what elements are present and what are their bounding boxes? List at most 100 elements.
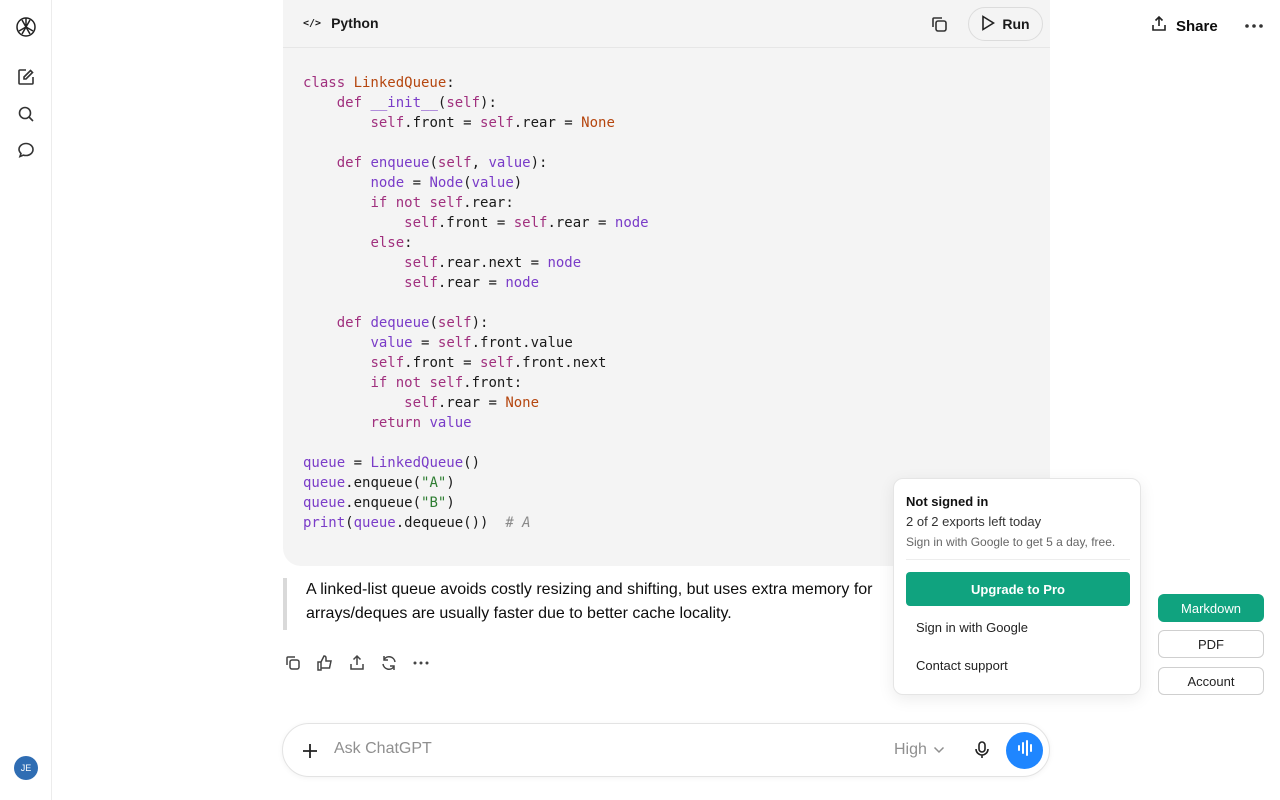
effort-select[interactable]: High (894, 741, 945, 759)
code-token: ( (345, 515, 354, 531)
thumbs-feedback-icon[interactable] (315, 653, 335, 673)
copy-code-icon[interactable] (929, 14, 949, 34)
regenerate-icon[interactable] (379, 653, 399, 673)
code-token: ): (480, 95, 497, 111)
contact-support-item[interactable]: Contact support (916, 658, 1008, 673)
voice-mode-button[interactable] (1006, 732, 1043, 769)
code-token: .rear = (437, 275, 506, 291)
code-token: def (336, 155, 371, 171)
language-label: Python (331, 15, 379, 31)
left-rail: JE (0, 0, 52, 800)
ask-input[interactable] (334, 740, 854, 758)
pdf-button[interactable]: PDF (1158, 630, 1264, 658)
code-token: .enqueue( (345, 495, 422, 511)
answer-line: A linked-list queue avoids costly resizi… (306, 581, 873, 598)
code-line: def enqueue(self, value): (303, 153, 649, 173)
code-token: .rear: (463, 195, 514, 211)
code-line: self.front = self.rear = node (303, 213, 648, 233)
account-button[interactable]: Account (1158, 667, 1264, 695)
code-token: .rear.next = (437, 255, 548, 271)
code-token: .rear = (513, 115, 582, 131)
code-token: .front = (404, 355, 481, 371)
openai-logo-icon[interactable] (14, 15, 38, 39)
play-icon (981, 14, 996, 34)
code-line: if not self.rear: (303, 193, 649, 213)
code-token: self (370, 115, 405, 131)
chevron-down-icon (933, 741, 945, 759)
code-line: queue.enqueue("B") (303, 493, 649, 513)
code-token: .enqueue( (345, 475, 422, 491)
share-icon[interactable] (347, 653, 367, 673)
code-line: self.front = self.front.next (303, 353, 649, 373)
code-line: value = self.front.value (303, 333, 649, 353)
code-token: value (429, 415, 472, 431)
run-label: Run (1002, 16, 1030, 32)
code-token: ): (471, 315, 489, 331)
code-token: def (336, 315, 371, 331)
code-token: node (370, 175, 405, 191)
markdown-button[interactable]: Markdown (1158, 594, 1264, 622)
avatar[interactable]: JE (14, 756, 38, 780)
code-token: queue (303, 455, 346, 471)
code-token: enqueue (370, 155, 430, 171)
code-token: self (480, 355, 514, 371)
code-line: else: (303, 233, 649, 253)
waveform-icon (1016, 740, 1034, 761)
code-token: queue (353, 515, 396, 531)
code-line: print(queue.dequeue()) # A (303, 513, 649, 533)
code-token: None (581, 115, 615, 131)
answer-line: arrays/deques are usually faster due to … (306, 605, 732, 622)
upgrade-button[interactable]: Upgrade to Pro (906, 572, 1130, 606)
share-label: Share (1176, 17, 1218, 35)
code-token: = (345, 455, 371, 471)
code-token: queue (303, 495, 346, 511)
code-token: self (404, 215, 438, 231)
code-token: "A" (421, 475, 447, 491)
plus-icon[interactable] (300, 741, 320, 761)
more-icon[interactable] (411, 653, 431, 673)
sign-in-google-item[interactable]: Sign in with Google (916, 620, 1028, 635)
run-button[interactable]: Run (968, 7, 1043, 41)
code-token: self (404, 395, 438, 411)
answer-text: A linked-list queue avoids costly resizi… (306, 578, 906, 626)
copy-icon[interactable] (283, 653, 303, 673)
code-token: # A (505, 515, 531, 531)
code-line: def dequeue(self): (303, 313, 649, 333)
code-token: "B" (421, 495, 447, 511)
code-token: self (404, 275, 438, 291)
microphone-icon[interactable] (972, 740, 992, 760)
code-line: queue.enqueue("A") (303, 473, 649, 493)
code-token: value (488, 155, 531, 171)
search-icon[interactable] (16, 104, 36, 124)
more-options-icon[interactable] (1242, 14, 1266, 38)
code-token: .rear = (547, 215, 615, 231)
code-token: self (370, 355, 405, 371)
code-token: : (404, 235, 413, 251)
code-token: self (437, 315, 472, 331)
code-token: node (547, 255, 582, 271)
share-button[interactable]: Share (1150, 14, 1218, 38)
code-token: if not (370, 375, 430, 391)
code-token: self (437, 155, 472, 171)
code-token: .front: (463, 375, 523, 391)
code-token: return (370, 415, 430, 431)
divider (906, 559, 1130, 560)
code-token: ): (530, 155, 548, 171)
code-token: self (437, 335, 472, 351)
chat-bubble-icon[interactable] (16, 140, 36, 160)
code-token: .dequeue()) (395, 515, 506, 531)
edit-icon[interactable] (16, 67, 36, 87)
code-token: ) (446, 495, 455, 511)
code-header: </> Python Run (283, 0, 1050, 48)
code-line: queue = LinkedQueue() (303, 453, 649, 473)
